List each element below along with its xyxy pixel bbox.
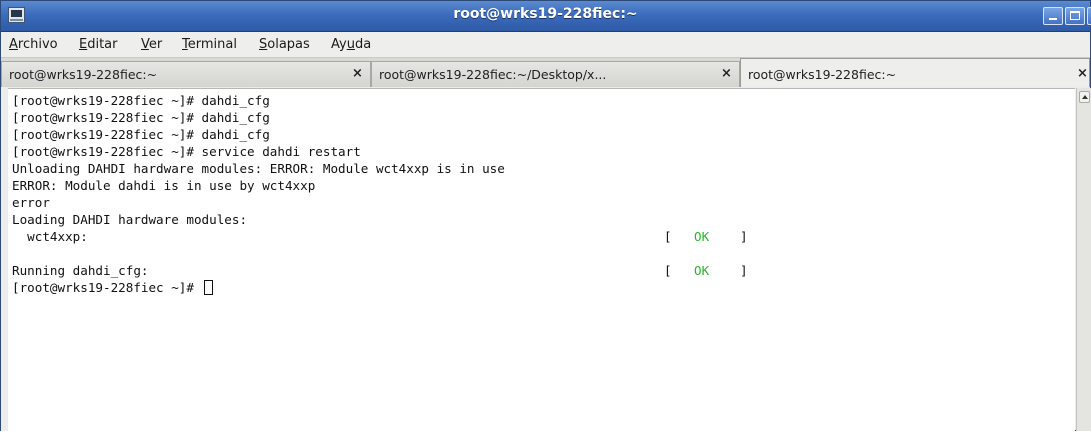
- terminal-line: Loading DAHDI hardware modules:: [12, 212, 248, 227]
- terminal-line: ERROR: Module dahdi is in use by wct4xxp: [12, 178, 316, 193]
- terminal-line: error: [12, 195, 50, 210]
- menu-archivo[interactable]: Archivo: [9, 37, 58, 52]
- tab-3-active[interactable]: root@wrks19-228fiec:~ ×: [740, 58, 1090, 87]
- status-bracket-close: ]: [740, 263, 748, 278]
- close-window-button[interactable]: [1087, 7, 1091, 25]
- menu-editar[interactable]: Editar: [79, 37, 118, 52]
- menu-terminal[interactable]: Terminal: [182, 37, 237, 52]
- terminal-prompt-line: [root@wrks19-228fiec ~]#: [12, 279, 213, 296]
- tab-2-close-icon[interactable]: ×: [721, 66, 732, 81]
- terminal-line: [root@wrks19-228fiec ~]# service dahdi r…: [12, 144, 361, 159]
- status-bracket-close: ]: [740, 229, 748, 244]
- terminal-left-margin: [1, 88, 8, 431]
- terminal-line: [root@wrks19-228fiec ~]# dahdi_cfg: [12, 127, 270, 142]
- maximize-button[interactable]: [1065, 7, 1085, 25]
- terminal-line: Unloading DAHDI hardware modules: ERROR:…: [12, 161, 505, 176]
- vertical-scrollbar[interactable]: [1076, 88, 1091, 431]
- terminal-line: [root@wrks19-228fiec ~]# dahdi_cfg: [12, 93, 270, 108]
- tab-1[interactable]: root@wrks19-228fiec:~ ×: [1, 61, 371, 87]
- scroll-up-arrow-icon[interactable]: [1079, 91, 1090, 103]
- tab-3-close-icon[interactable]: ×: [1077, 66, 1088, 81]
- menu-bar: Archivo Editar Ver Terminal Solapas Ayud…: [1, 32, 1090, 58]
- terminal-line: Running dahdi_cfg:: [12, 263, 149, 278]
- text-cursor: [203, 280, 213, 295]
- tab-3-label: root@wrks19-228fiec:~: [748, 67, 897, 82]
- terminal-line: wct4xxp:: [12, 229, 88, 244]
- terminal-window: root@wrks19-228fiec:~ Archivo Editar Ver…: [0, 0, 1091, 432]
- window-title: root@wrks19-228fiec:~: [453, 6, 638, 22]
- status-bracket-open: [: [664, 229, 672, 244]
- menu-ayuda[interactable]: Ayuda: [331, 37, 371, 52]
- tab-2-label: root@wrks19-228fiec:~/Desktop/x...: [379, 67, 607, 82]
- terminal-output[interactable]: [root@wrks19-228fiec ~]# dahdi_cfg [root…: [8, 88, 1075, 432]
- minimize-button[interactable]: [1043, 7, 1063, 25]
- tab-1-close-icon[interactable]: ×: [352, 66, 363, 81]
- status-ok: OK: [694, 263, 710, 278]
- tab-1-label: root@wrks19-228fiec:~: [9, 67, 158, 82]
- terminal-prompt: [root@wrks19-228fiec ~]#: [12, 280, 202, 295]
- status-ok: OK: [694, 229, 710, 244]
- tab-2[interactable]: root@wrks19-228fiec:~/Desktop/x... ×: [371, 61, 740, 87]
- terminal-line: [root@wrks19-228fiec ~]# dahdi_cfg: [12, 110, 270, 125]
- status-bracket-open: [: [664, 263, 672, 278]
- menu-solapas[interactable]: Solapas: [259, 37, 310, 52]
- menu-ver[interactable]: Ver: [141, 37, 162, 52]
- title-bar[interactable]: root@wrks19-228fiec:~: [1, 1, 1091, 32]
- tab-bar: root@wrks19-228fiec:~ × root@wrks19-228f…: [1, 58, 1090, 87]
